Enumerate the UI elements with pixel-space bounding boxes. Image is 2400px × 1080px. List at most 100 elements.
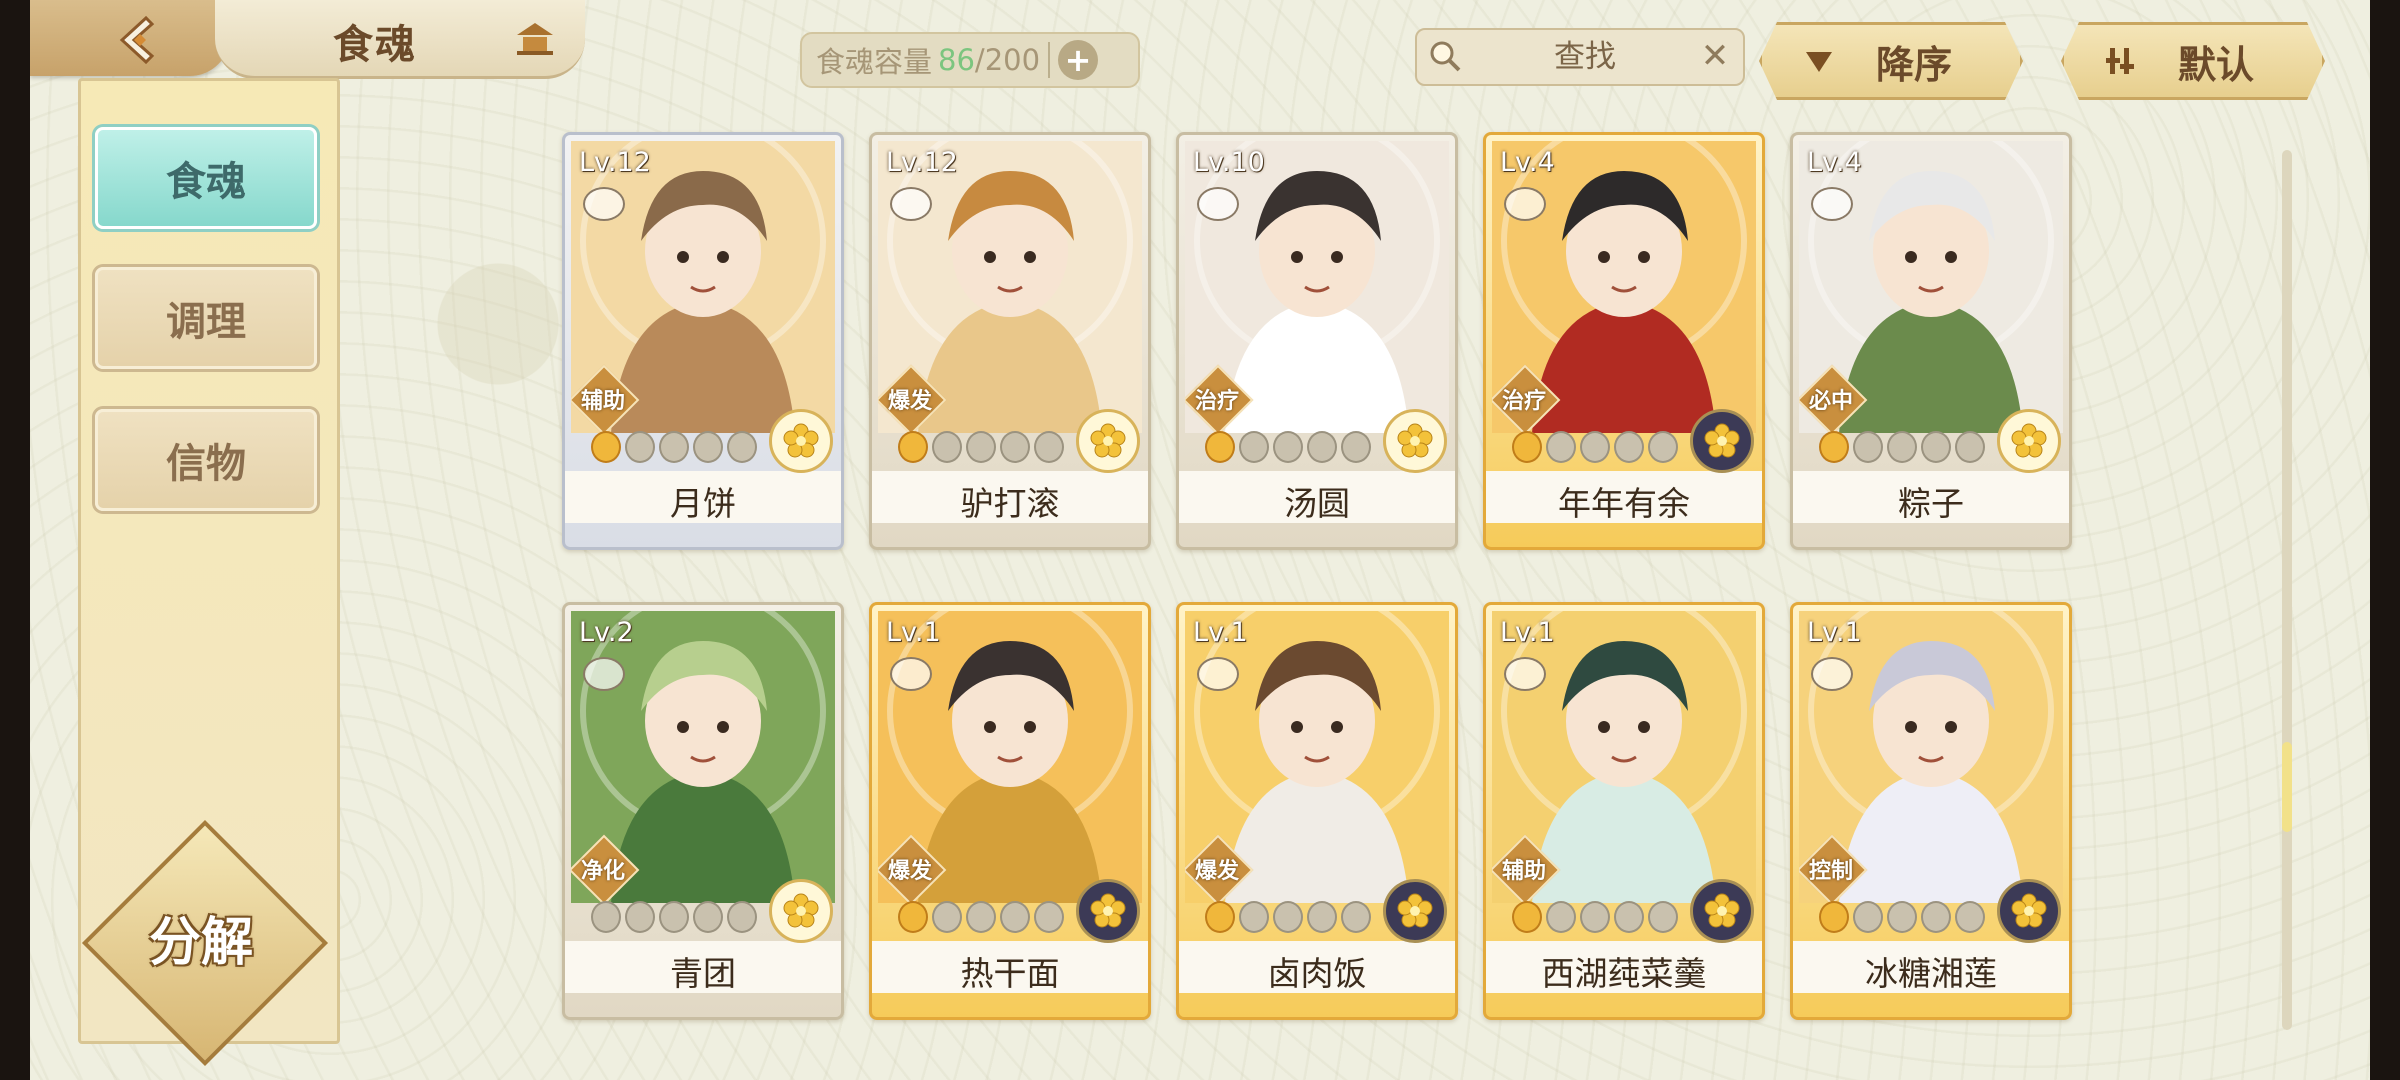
food-soul-card[interactable]: Lv.12 爆发 驴打滚: [869, 132, 1151, 550]
role-label: 辅助: [580, 389, 625, 414]
level-label: Lv.4: [1807, 147, 1862, 178]
scroll-thumb[interactable]: [2282, 742, 2292, 832]
star-icon: [591, 431, 621, 463]
rarity-icon: [1997, 409, 2061, 473]
chef-hat-icon: [1504, 657, 1546, 691]
food-soul-card[interactable]: Lv.1 爆发 卤肉饭: [1176, 602, 1458, 1020]
tab-cooking[interactable]: 调理: [95, 267, 317, 369]
star-icon: [1341, 901, 1371, 933]
star-icon: [1580, 431, 1610, 463]
triangle-down-icon: [1802, 44, 1836, 78]
star-rating: [591, 431, 757, 465]
food-soul-card[interactable]: Lv.2 净化 青团: [562, 602, 844, 1020]
star-icon: [1034, 431, 1064, 463]
character-name: 西湖莼菜羹: [1541, 954, 1707, 993]
star-icon: [898, 431, 928, 463]
star-icon: [1546, 431, 1576, 463]
star-icon: [966, 901, 996, 933]
tab-food-soul[interactable]: 食魂: [95, 127, 317, 229]
role-label: 爆发: [1194, 859, 1239, 884]
food-soul-card[interactable]: Lv.1 辅助 西湖莼菜羹: [1483, 602, 1765, 1020]
star-icon: [1000, 901, 1030, 933]
capacity-add-button[interactable]: +: [1058, 40, 1099, 80]
character-name: 汤圆: [1284, 484, 1350, 523]
search-input[interactable]: [1473, 34, 1697, 80]
star-icon: [1648, 431, 1678, 463]
back-arrow-icon: [119, 15, 155, 65]
chef-hat-icon: [1504, 187, 1546, 221]
star-icon: [1853, 431, 1883, 463]
capacity-divider: [1048, 42, 1051, 78]
sort-order-button[interactable]: 降序: [1759, 22, 2023, 100]
food-soul-card[interactable]: Lv.4 治疗 年年有余: [1483, 132, 1765, 550]
food-soul-card[interactable]: Lv.4 必中 粽子: [1790, 132, 2072, 550]
chef-hat-icon: [583, 187, 625, 221]
capacity-label: 食魂容量: [816, 45, 933, 79]
star-rating: [898, 431, 1064, 465]
scrollbar[interactable]: [2282, 150, 2292, 1030]
role-label: 爆发: [887, 389, 932, 414]
sort-default-button[interactable]: 默认: [2061, 22, 2325, 100]
decompose-label[interactable]: 分解: [118, 900, 284, 975]
food-soul-card[interactable]: Lv.1 爆发 热干面: [869, 602, 1151, 1020]
star-rating: [1512, 901, 1678, 935]
chef-hat-icon: [1197, 657, 1239, 691]
role-label: 辅助: [1501, 859, 1546, 884]
rarity-icon: [1383, 879, 1447, 943]
star-rating: [1205, 901, 1371, 935]
page-title: 食魂: [333, 22, 417, 68]
rarity-icon: [1076, 879, 1140, 943]
character-portrait: Lv.12 辅助: [571, 141, 835, 433]
role-badge: 辅助: [1492, 834, 1561, 903]
tab-token[interactable]: 信物: [95, 409, 317, 511]
level-label: Lv.1: [1193, 617, 1248, 648]
character-name: 热干面: [960, 954, 1060, 993]
star-icon: [591, 901, 621, 933]
rarity-icon: [1383, 409, 1447, 473]
character-portrait: Lv.1 爆发: [878, 611, 1142, 903]
role-label: 必中: [1808, 389, 1853, 414]
star-rating: [898, 901, 1064, 935]
capacity-max: /200: [974, 43, 1041, 77]
back-button[interactable]: [110, 12, 166, 68]
star-icon: [659, 431, 689, 463]
star-icon: [1239, 431, 1269, 463]
level-label: Lv.10: [1193, 147, 1265, 178]
star-icon: [966, 431, 996, 463]
character-name: 冰糖湘莲: [1865, 954, 1997, 993]
rarity-icon: [1690, 409, 1754, 473]
star-icon: [1921, 431, 1951, 463]
food-soul-card[interactable]: Lv.10 治疗 汤圆: [1176, 132, 1458, 550]
chef-hat-icon: [583, 657, 625, 691]
clear-search-icon[interactable]: ✕: [1697, 38, 1733, 74]
capacity-current: 86: [938, 43, 975, 77]
star-icon: [1512, 431, 1542, 463]
food-soul-grid: Lv.12 辅助 月饼 Lv.12 爆发 驴打滚 Lv.10 治疗 汤圆 Lv.…: [562, 132, 2122, 1022]
character-portrait: Lv.1 控制: [1799, 611, 2063, 903]
star-icon: [1307, 431, 1337, 463]
food-soul-card[interactable]: Lv.1 控制 冰糖湘莲: [1790, 602, 2072, 1020]
character-name: 年年有余: [1558, 484, 1690, 523]
star-icon: [1512, 901, 1542, 933]
role-label: 净化: [580, 859, 625, 884]
star-icon: [625, 431, 655, 463]
star-icon: [693, 431, 723, 463]
star-rating: [591, 901, 757, 935]
star-icon: [1000, 431, 1030, 463]
role-badge: 治疗: [1492, 364, 1561, 433]
star-icon: [1887, 901, 1917, 933]
star-icon: [1853, 901, 1883, 933]
star-icon: [1819, 901, 1849, 933]
star-icon: [1205, 901, 1235, 933]
star-icon: [1273, 431, 1303, 463]
star-icon: [1239, 901, 1269, 933]
role-badge: 净化: [571, 834, 640, 903]
food-soul-card[interactable]: Lv.12 辅助 月饼: [562, 132, 844, 550]
star-rating: [1819, 431, 1985, 465]
level-label: Lv.2: [579, 617, 634, 648]
capacity-display: 食魂容量 86/200 +: [800, 32, 1140, 88]
role-badge: 爆发: [878, 364, 947, 433]
home-button[interactable]: [510, 14, 560, 64]
level-label: Lv.1: [886, 617, 941, 648]
star-icon: [932, 901, 962, 933]
